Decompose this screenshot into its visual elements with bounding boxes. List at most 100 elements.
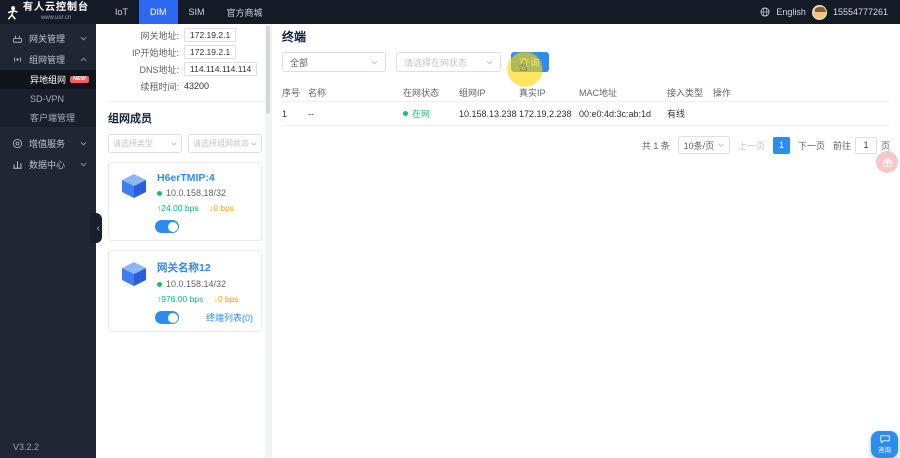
chevron-down-icon [80, 36, 87, 41]
sidebar-item-value-services[interactable]: 增值服务 [0, 133, 96, 154]
goto-label: 前往 [832, 140, 851, 151]
version-label: V3.2.2 [13, 442, 40, 452]
page-size-select[interactable]: 10条/页 [677, 136, 730, 154]
screen: 有人云控制台 www.usr.cn IoT DIM SIM 官方商城 Engli… [0, 0, 900, 458]
cell-name: -- [308, 108, 314, 119]
topnav-shop[interactable]: 官方商城 [216, 0, 274, 24]
terminal-type-select[interactable]: 全部 [282, 52, 386, 72]
user-avatar[interactable] [811, 4, 827, 20]
consult-button[interactable]: 咨询 [871, 431, 898, 458]
lease-time-label: 续租时间: [140, 81, 179, 92]
scrollbar-thumb[interactable] [266, 26, 270, 114]
sidebar-item-gateway-mgmt[interactable]: 网关管理 [0, 28, 96, 49]
promo-gift-button[interactable] [876, 151, 898, 173]
topbar: 有人云控制台 www.usr.cn IoT DIM SIM 官方商城 Engli… [0, 0, 900, 24]
app-logo[interactable]: 有人云控制台 www.usr.cn [0, 3, 96, 21]
topnav-dim[interactable]: DIM [139, 0, 178, 24]
online-dot-icon [403, 111, 408, 116]
terminal-status-select[interactable]: 请选择在网状态 [396, 52, 501, 72]
dns-label: DNS地址: [139, 64, 179, 75]
chevron-down-icon [486, 60, 493, 65]
chevron-down-icon [80, 141, 87, 146]
online-dot-icon [157, 281, 162, 287]
gateway-device-icon [122, 174, 146, 198]
chevron-down-icon [718, 143, 724, 147]
user-phone[interactable]: 15554777261 [833, 7, 888, 17]
lease-time-value: 43200 [184, 81, 210, 91]
new-badge: NEW [70, 75, 89, 84]
member-name-link[interactable]: 网关名称12 [157, 260, 239, 275]
globe-icon [760, 7, 770, 17]
goto-unit: 页 [880, 140, 890, 151]
gateway-icon [12, 35, 23, 43]
pagination: 共 1 条 10条/页 上一页 1 下一页 前往 页 [282, 136, 890, 154]
member-card: 网关名称12 10.0.158.14/32 ↑976.00 bps ↓0 bps… [108, 250, 262, 332]
panel-scrollbar[interactable] [265, 24, 271, 458]
member-status-select[interactable]: 请选择组网状态 [188, 134, 262, 153]
table-row: 1 -- 在网 10.158.13.238 172.19.2.238 00:e0… [282, 102, 890, 126]
sidebar-item-network-mgmt[interactable]: 组网管理 [0, 49, 96, 70]
network-signal-icon [13, 57, 22, 62]
gateway-address-field[interactable]: 172.19.2.1 [184, 28, 237, 42]
search-button[interactable]: 查询 [511, 52, 549, 72]
terminal-title: 终端 [282, 30, 307, 44]
cell-network-ip: 10.158.13.238 [459, 108, 517, 119]
topbar-right: English 15554777261 [760, 4, 900, 20]
cell-index: 1 [282, 108, 288, 119]
member-ip: 10.0.158.14/32 [166, 279, 227, 289]
chevron-down-icon [171, 142, 177, 146]
topnav-sim[interactable]: SIM [178, 0, 216, 24]
terminal-table: 序号 名称 在网状态 组网IP 真实IP MAC地址 接入类型 操作 1 -- … [282, 84, 890, 126]
chat-icon [879, 435, 890, 443]
bar-chart-icon [13, 161, 22, 169]
services-icon [12, 138, 23, 149]
topnav-iot[interactable]: IoT [104, 0, 139, 24]
upload-speed: 24.00 bps [161, 203, 199, 213]
member-card: H6erTMIP:4 10.0.158.18/32 ↑24.00 bps ↓0 … [108, 162, 262, 241]
sidebar-collapse-handle[interactable]: ‹ [90, 213, 102, 243]
member-name-link[interactable]: H6erTMIP:4 [157, 172, 234, 184]
top-nav: IoT DIM SIM 官方商城 [104, 0, 274, 24]
current-page-button[interactable]: 1 [772, 136, 790, 154]
chevron-down-icon [371, 60, 378, 65]
member-enable-toggle[interactable] [155, 311, 179, 324]
sidebar-item-sd-vpn[interactable]: SD-VPN [0, 89, 96, 108]
download-speed: 0 bps [213, 203, 235, 213]
total-count: 共 1 条 [641, 140, 670, 151]
table-header-row: 序号 名称 在网状态 组网IP 真实IP MAC地址 接入类型 操作 [282, 84, 890, 102]
gateway-device-icon [122, 262, 146, 286]
next-page-button[interactable]: 下一页 [798, 139, 825, 152]
sidebar-item-data-center[interactable]: 数据中心 [0, 154, 96, 175]
usr-mascot-icon [8, 5, 18, 19]
cell-status: 在网 [403, 107, 459, 120]
terminal-filters: 全部 请选择在网状态 查询 ☝ [282, 52, 890, 86]
sidebar-item-remote-network[interactable]: 异地组网 NEW [0, 70, 96, 89]
gateway-address-label: 网关地址: [140, 30, 179, 41]
sidebar-item-client-mgmt[interactable]: 客户端管理 [0, 108, 96, 127]
cell-access-type: 有线 [667, 109, 686, 119]
ip-start-label: IP开始地址: [131, 47, 179, 58]
cell-mac: 00:e0:4d:3c:ab:1d [579, 108, 652, 119]
online-dot-icon [157, 190, 162, 196]
members-section-title: 组网成员 [108, 113, 152, 125]
chevron-down-icon [251, 142, 257, 146]
member-enable-toggle[interactable] [155, 220, 179, 233]
ip-start-field[interactable]: 172.19.2.1 [184, 45, 237, 59]
chevron-down-icon [80, 162, 87, 167]
chevron-up-icon [80, 57, 87, 62]
app-title: 有人云控制台 [23, 2, 89, 13]
upload-speed: 976.00 bps [161, 294, 204, 304]
language-switch[interactable]: English [776, 7, 806, 17]
divider [108, 101, 265, 102]
terminal-list-link[interactable]: 终端列表(0) [206, 311, 253, 324]
member-ip: 10.0.158.18/32 [166, 188, 227, 198]
goto-page-input[interactable] [854, 136, 877, 154]
cell-real-ip: 172.19.2.238 [519, 108, 572, 119]
member-type-select[interactable]: 请选择类型 [108, 134, 182, 153]
network-detail-panel: 网关地址: 172.19.2.1 IP开始地址: 172.19.2.1 DNS地… [96, 24, 265, 458]
sidebar-submenu: 异地组网 NEW SD-VPN 客户端管理 [0, 70, 96, 127]
prev-page-button[interactable]: 上一页 [738, 139, 765, 152]
dns-field[interactable]: 114.114.114.114 [184, 62, 258, 76]
sidebar: 网关管理 组网管理 异地组网 NEW SD-VPN 客户端管理 增值服务 数据中… [0, 24, 96, 458]
download-speed: 0 bps [217, 294, 239, 304]
